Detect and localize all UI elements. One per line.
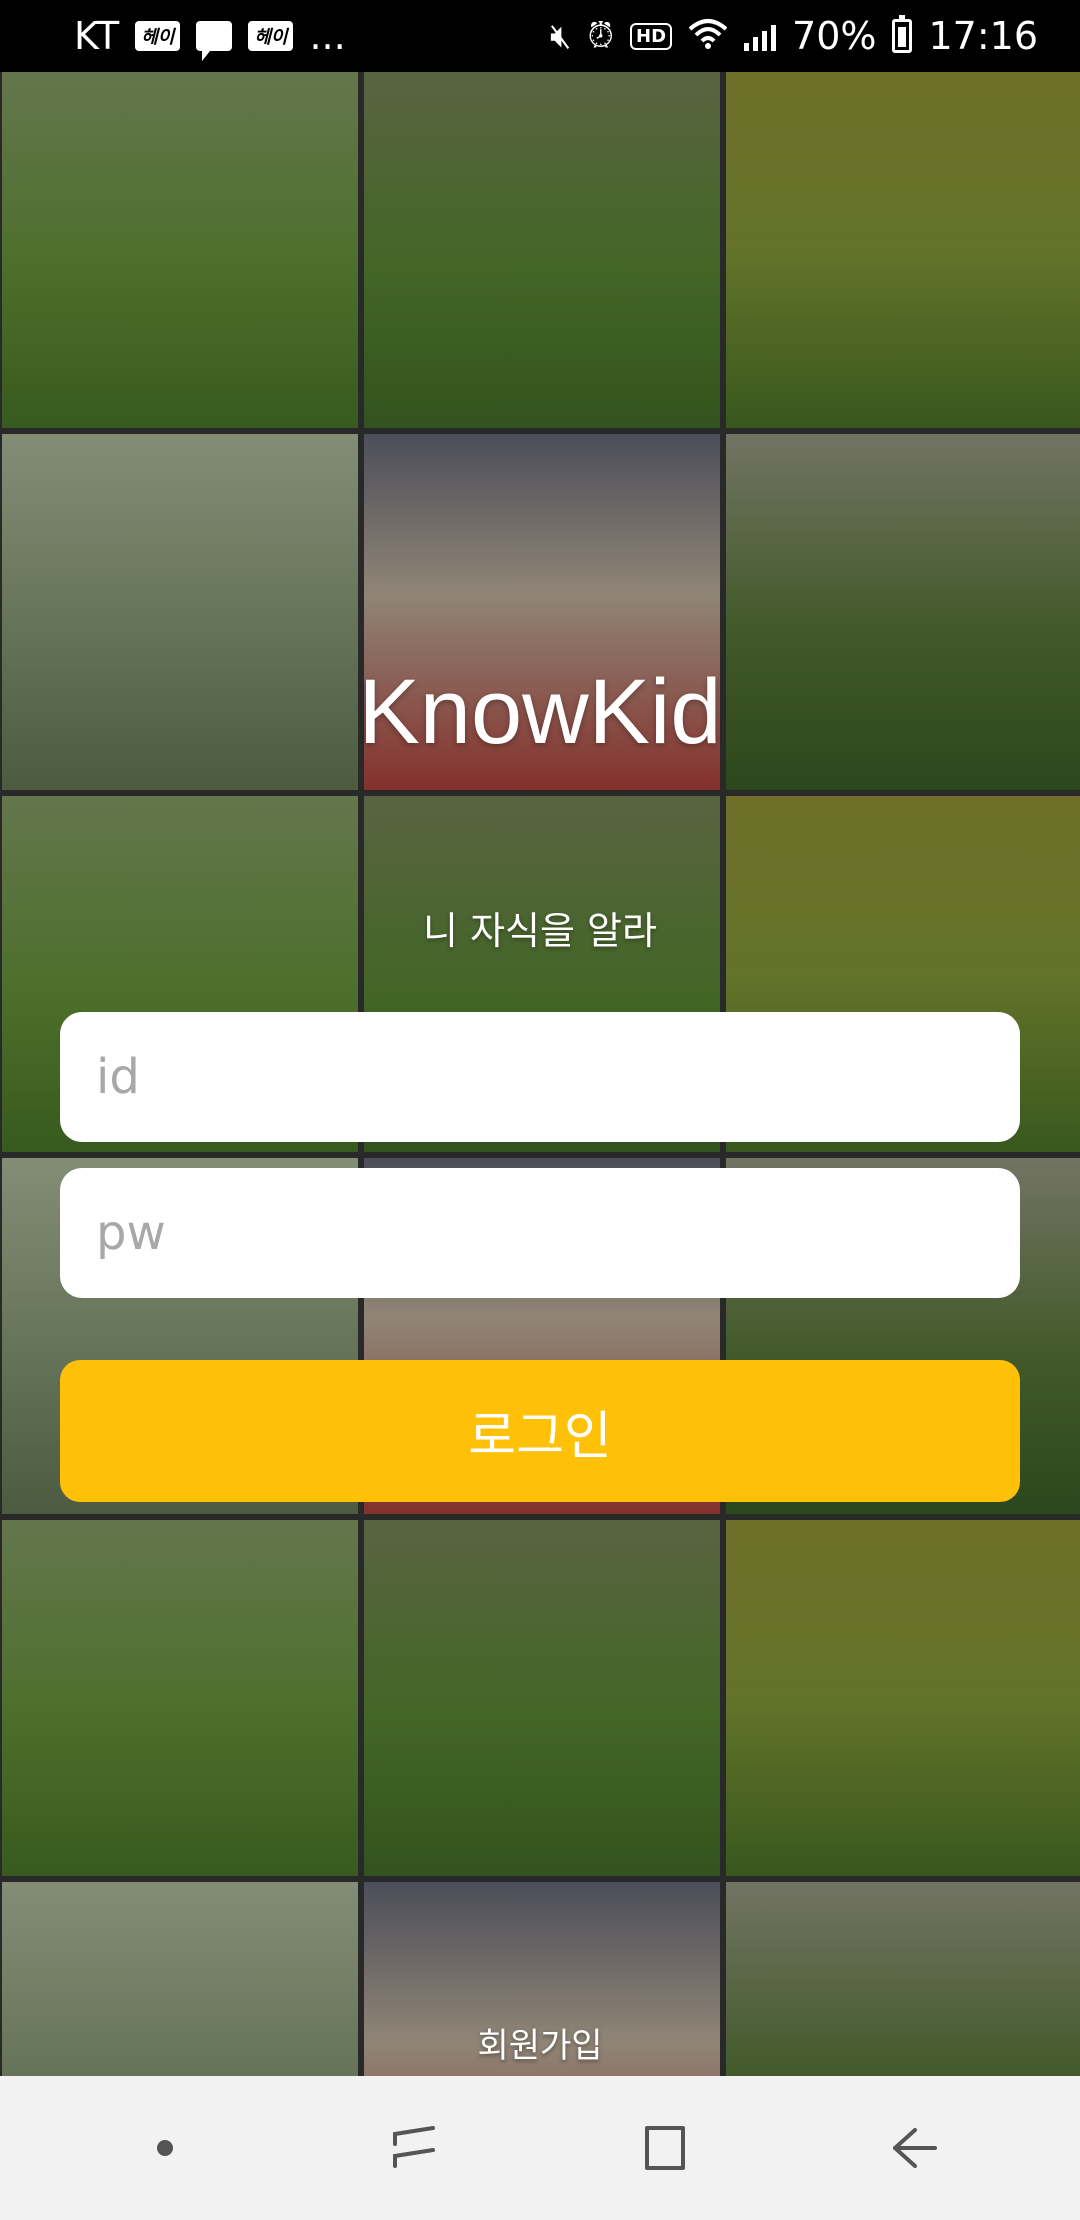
dot-icon[interactable] [110, 2093, 220, 2203]
signup-link[interactable]: 회원가입 [0, 2018, 1080, 2067]
back-icon[interactable] [860, 2093, 970, 2203]
kids-reading-photo [2, 72, 358, 428]
kids-running-photo [364, 72, 720, 428]
more-notifications-icon: ... [309, 14, 346, 58]
wifi-icon [688, 14, 728, 58]
password-input[interactable] [60, 1168, 1020, 1298]
hey-notification-icon-2: 헤이 [248, 21, 294, 51]
alarm-icon: ⏰︎ [587, 16, 614, 56]
status-left: KT 헤이 헤이 ... [74, 14, 346, 61]
navigation-bar [0, 2076, 1080, 2220]
kids-reading-photo [2, 1520, 358, 1876]
status-bar: KT 헤이 헤이 ... 🔇︎ ⏰︎ HD 70% 17:16 [0, 0, 1080, 72]
mute-icon: 🔇︎ [550, 16, 572, 56]
login-button[interactable]: 로그인 [60, 1360, 1020, 1502]
battery-icon [892, 15, 913, 53]
kids-jumping-photo [726, 1520, 1080, 1876]
home-icon[interactable] [610, 2093, 720, 2203]
app-title: KnowKid [358, 661, 722, 763]
recent-apps-icon[interactable] [360, 2093, 470, 2203]
battery-percent: 70% [792, 14, 877, 58]
message-icon [196, 21, 233, 61]
carrier-label: KT [74, 14, 120, 58]
app-subtitle: 니 자식을 알라 [423, 909, 657, 953]
clock: 17:16 [928, 14, 1038, 58]
hd-icon: HD [630, 22, 673, 50]
signal-icon [744, 21, 777, 51]
status-right: 🔇︎ ⏰︎ HD 70% 17:16 [550, 14, 1038, 58]
hey-notification-icon: 헤이 [135, 21, 181, 51]
login-screen: KT 헤이 헤이 ... 🔇︎ ⏰︎ HD 70% 17:16 KnowKid … [0, 0, 1080, 2220]
id-input[interactable] [60, 1012, 1020, 1142]
kids-running-photo [364, 1520, 720, 1876]
kids-jumping-photo [726, 72, 1080, 428]
